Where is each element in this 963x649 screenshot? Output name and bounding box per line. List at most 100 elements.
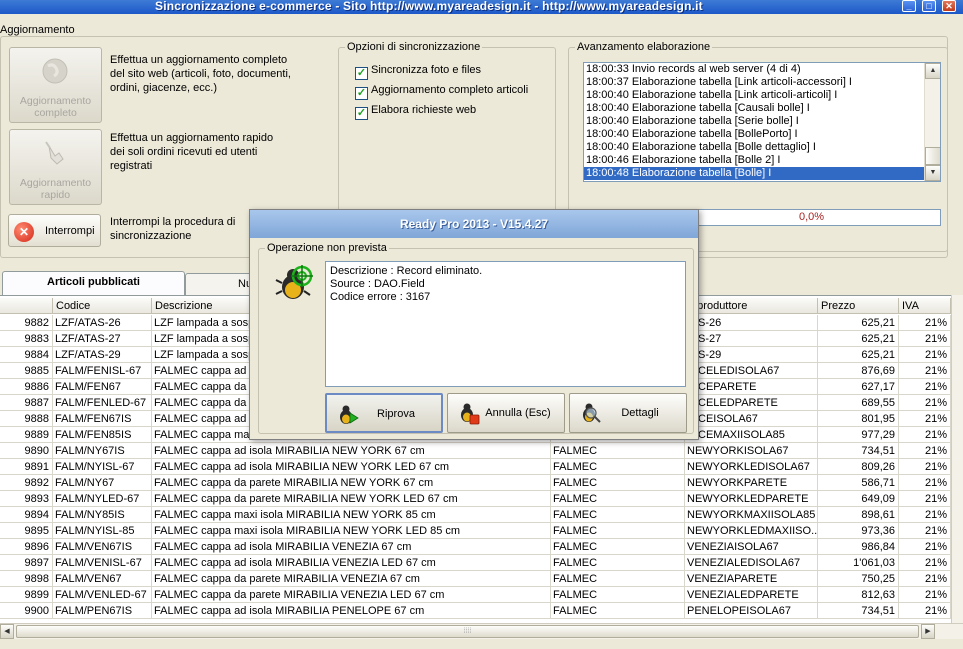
cell-cod-produttore[interactable]: A-S-26 xyxy=(685,315,818,331)
scroll-left-icon[interactable]: ◀ xyxy=(0,624,14,639)
cell-prezzo[interactable]: 876,69 xyxy=(818,363,899,379)
cell-iva[interactable]: 21% xyxy=(899,491,951,507)
cell-codice[interactable]: FALM/NYISL-85 xyxy=(53,523,152,539)
cell-prezzo[interactable]: 977,29 xyxy=(818,427,899,443)
row-id[interactable]: 9885 xyxy=(0,363,53,379)
cell-codice[interactable]: FALM/NY67 xyxy=(53,475,152,491)
cell-produttore[interactable]: FALMEC xyxy=(551,555,685,571)
cell-prezzo[interactable]: 973,36 xyxy=(818,523,899,539)
table-row[interactable]: 9900 FALM/PEN67IS FALMEC cappa ad isola MI… xyxy=(0,603,951,619)
cell-iva[interactable]: 21% xyxy=(899,331,951,347)
row-id[interactable]: 9886 xyxy=(0,379,53,395)
cell-cod-produttore[interactable]: PENELOPEISOLA67 xyxy=(685,603,818,619)
cell-cod-produttore[interactable]: VENEZIALEDPARETE xyxy=(685,587,818,603)
cell-prezzo[interactable]: 625,21 xyxy=(818,315,899,331)
cell-codice[interactable]: FALM/VEN67IS xyxy=(53,539,152,555)
scroll-thumb[interactable]: ⁞⁞⁞⁞ xyxy=(16,625,919,638)
column-header-id[interactable] xyxy=(0,298,53,314)
table-row[interactable]: 9895 FALM/NYISL-85 FALMEC cappa maxi isola… xyxy=(0,523,951,539)
cell-codice[interactable]: FALM/FENLED-67 xyxy=(53,395,152,411)
log-line-selected[interactable]: 18:00:48 Elaborazione tabella [Bolle] I xyxy=(584,167,940,180)
cell-prezzo[interactable]: 898,61 xyxy=(818,507,899,523)
close-button[interactable]: ✕ xyxy=(942,0,956,12)
table-row[interactable]: 9897 FALM/VENISL-67 FALMEC cappa ad isola … xyxy=(0,555,951,571)
row-id[interactable]: 9884 xyxy=(0,347,53,363)
cell-produttore[interactable]: FALMEC xyxy=(551,539,685,555)
log-line[interactable]: 18:00:40 Elaborazione tabella [Causali b… xyxy=(584,102,940,115)
cell-cod-produttore[interactable]: VENEZIAISOLA67 xyxy=(685,539,818,555)
row-id[interactable]: 9891 xyxy=(0,459,53,475)
row-id[interactable]: 9899 xyxy=(0,587,53,603)
cell-iva[interactable]: 21% xyxy=(899,603,951,619)
cell-descrizione[interactable]: FALMEC cappa da parete MIRABILIA VENEZIA… xyxy=(152,587,551,603)
cell-iva[interactable]: 21% xyxy=(899,571,951,587)
table-row[interactable]: 9896 FALM/VEN67IS FALMEC cappa ad isola MI… xyxy=(0,539,951,555)
row-id[interactable]: 9883 xyxy=(0,331,53,347)
row-id[interactable]: 9894 xyxy=(0,507,53,523)
scroll-thumb[interactable] xyxy=(925,147,940,165)
cell-iva[interactable]: 21% xyxy=(899,459,951,475)
row-id[interactable]: 9896 xyxy=(0,539,53,555)
cell-produttore[interactable]: FALMEC xyxy=(551,571,685,587)
log-line[interactable]: 18:00:33 Invio records al web server (4 … xyxy=(584,63,940,76)
cell-codice[interactable]: FALM/FEN67IS xyxy=(53,411,152,427)
cell-iva[interactable]: 21% xyxy=(899,427,951,443)
cell-prezzo[interactable]: 586,71 xyxy=(818,475,899,491)
table-row[interactable]: 9898 FALM/VEN67 FALMEC cappa da parete MIR… xyxy=(0,571,951,587)
cell-descrizione[interactable]: FALMEC cappa ad isola MIRABILIA NEW YORK… xyxy=(152,443,551,459)
table-row[interactable]: 9899 FALM/VENLED-67 FALMEC cappa da parete… xyxy=(0,587,951,603)
cell-cod-produttore[interactable]: A-S-29 xyxy=(685,347,818,363)
cell-prezzo[interactable]: 734,51 xyxy=(818,603,899,619)
cell-cod-produttore[interactable]: NEWYORKMAXIISOLA85 xyxy=(685,507,818,523)
row-id[interactable]: 9887 xyxy=(0,395,53,411)
row-id[interactable]: 9893 xyxy=(0,491,53,507)
cell-iva[interactable]: 21% xyxy=(899,347,951,363)
cell-cod-produttore[interactable]: NICEISOLA67 xyxy=(685,411,818,427)
cell-descrizione[interactable]: FALMEC cappa maxi isola MIRABILIA NEW YO… xyxy=(152,523,551,539)
table-row[interactable]: 9890 FALM/NY67IS FALMEC cappa ad isola MIR… xyxy=(0,443,951,459)
cell-prezzo[interactable]: 734,51 xyxy=(818,443,899,459)
table-row[interactable]: 9893 FALM/NYLED-67 FALMEC cappa da parete … xyxy=(0,491,951,507)
cell-produttore[interactable]: FALMEC xyxy=(551,603,685,619)
cell-descrizione[interactable]: FALMEC cappa da parete MIRABILIA NEW YOR… xyxy=(152,475,551,491)
cell-prezzo[interactable]: 649,09 xyxy=(818,491,899,507)
table-row[interactable]: 9894 FALM/NY85IS FALMEC cappa maxi isola M… xyxy=(0,507,951,523)
cell-codice[interactable]: FALM/VENLED-67 xyxy=(53,587,152,603)
row-id[interactable]: 9892 xyxy=(0,475,53,491)
log-scrollbar[interactable]: ▲ ▼ xyxy=(924,63,940,181)
cell-cod-produttore[interactable]: NEWYORKLEDMAXIISO... xyxy=(685,523,818,539)
checkbox-full-articles[interactable]: ✓ Aggiornamento completo articoli xyxy=(355,84,528,100)
cell-prezzo[interactable]: 801,95 xyxy=(818,411,899,427)
cell-iva[interactable]: 21% xyxy=(899,555,951,571)
cell-codice[interactable]: FALM/NYISL-67 xyxy=(53,459,152,475)
cell-codice[interactable]: FALM/NY67IS xyxy=(53,443,152,459)
cell-prezzo[interactable]: 986,84 xyxy=(818,539,899,555)
cell-descrizione[interactable]: FALMEC cappa da parete MIRABILIA NEW YOR… xyxy=(152,491,551,507)
cell-descrizione[interactable]: FALMEC cappa ad isola MIRABILIA VENEZIA … xyxy=(152,555,551,571)
cell-cod-produttore[interactable]: NICELEDISOLA67 xyxy=(685,363,818,379)
row-id[interactable]: 9898 xyxy=(0,571,53,587)
scroll-up-icon[interactable]: ▲ xyxy=(925,63,940,79)
cell-descrizione[interactable]: FALMEC cappa ad isola MIRABILIA NEW YORK… xyxy=(152,459,551,475)
cell-prezzo[interactable]: 689,55 xyxy=(818,395,899,411)
cell-descrizione[interactable]: FALMEC cappa maxi isola MIRABILIA NEW YO… xyxy=(152,507,551,523)
row-id[interactable]: 9882 xyxy=(0,315,53,331)
log-line[interactable]: 18:00:40 Elaborazione tabella [Link arti… xyxy=(584,89,940,102)
cell-codice[interactable]: FALM/VENISL-67 xyxy=(53,555,152,571)
column-header-cod-produttore[interactable]: d.produttore xyxy=(685,298,818,314)
cell-prezzo[interactable]: 625,21 xyxy=(818,331,899,347)
details-button[interactable]: Dettagli xyxy=(569,393,687,433)
row-id[interactable]: 9897 xyxy=(0,555,53,571)
cell-produttore[interactable]: FALMEC xyxy=(551,443,685,459)
cell-iva[interactable]: 21% xyxy=(899,379,951,395)
grid-vertical-scrollbar[interactable] xyxy=(951,295,963,623)
cell-codice[interactable]: FALM/FEN85IS xyxy=(53,427,152,443)
cell-descrizione[interactable]: FALMEC cappa da parete MIRABILIA VENEZIA… xyxy=(152,571,551,587)
cell-codice[interactable]: FALM/FEN67 xyxy=(53,379,152,395)
minimize-button[interactable]: _ xyxy=(902,0,916,12)
log-line[interactable]: 18:00:46 Elaborazione tabella [Bolle 2] … xyxy=(584,154,940,167)
table-row[interactable]: 9892 FALM/NY67 FALMEC cappa da parete MIRA… xyxy=(0,475,951,491)
log-line[interactable]: 18:00:40 Elaborazione tabella [Serie bol… xyxy=(584,115,940,128)
grid-horizontal-scrollbar[interactable]: ◀ ⁞⁞⁞⁞ ▶ xyxy=(0,623,963,639)
cell-iva[interactable]: 21% xyxy=(899,363,951,379)
